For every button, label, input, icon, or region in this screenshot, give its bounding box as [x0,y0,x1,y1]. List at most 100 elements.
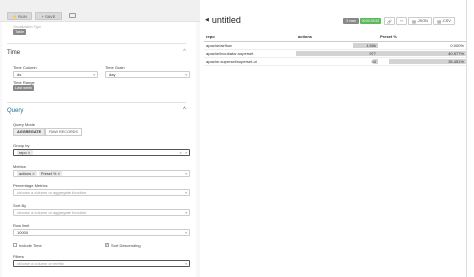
caret-down-icon: ▾ [185,151,187,155]
chevron-up-icon[interactable]: ^ [183,49,186,55]
column-header[interactable]: actions [296,33,378,42]
caret-down-icon: ▾ [93,73,95,77]
cell-value: 40.577% [448,50,464,56]
time-grain-select[interactable]: day ▾ [105,71,190,78]
group-by-label: Group by [13,143,30,148]
preset-cell: 0.000% [378,41,466,50]
column-header[interactable]: repo [204,33,296,42]
time-grain-value: day [109,72,116,77]
code-icon: ‹› [400,19,403,23]
control-panel: Visualization Type Table Time ^ Time Col… [0,22,200,277]
cell-value: 0.000% [450,42,464,48]
time-section-title[interactable]: Time [7,50,20,56]
query-time-badge: 00:00:00.53 [360,18,381,24]
pct-metrics-placeholder: choose a column or aggregate function [17,190,87,195]
pct-metrics-label: Percentage Metrics [13,183,48,188]
tab-raw-records[interactable]: RAW RECORDS [45,128,82,136]
filters-label: Filters [13,254,24,259]
query-mode-label: Query Mode [13,122,36,127]
cell-value: 977 [369,50,376,56]
remove-icon[interactable]: ✕ [28,151,31,155]
chevron-left-icon[interactable]: ◀ [205,17,209,23]
caret-down-icon: ▾ [185,211,187,215]
section-divider [7,43,186,44]
table-header-row: repo actions Preset % [204,33,466,42]
pct-metrics-select[interactable]: choose a column or aggregate function ▾ [13,189,190,196]
sort-by-label: Sort By [13,203,27,208]
viz-type-badge[interactable]: Table [13,29,27,35]
group-by-select[interactable]: repo ✕ ✕ ▾ [13,149,190,156]
results-table: repo actions Preset % apache/airflow 1.50… [204,33,466,66]
include-time-checkbox[interactable] [13,243,17,247]
bolt-icon: ⚡ [12,13,18,19]
link-button[interactable]: 🔗 [384,17,395,25]
chart-panel: ◀ untitled 3 rows 00:00:00.53 🔗 ‹› ▤ .JS… [200,0,474,277]
row-limit-select[interactable]: 10000 ▾ [13,229,190,236]
clear-icon[interactable]: ✕ [179,151,182,155]
file-icon: ▤ [437,19,441,24]
control-card: Visualization Type Table Time ^ Time Col… [2,22,196,277]
caret-down-icon: ▾ [185,172,187,176]
remove-icon[interactable]: ✕ [57,172,60,176]
tab-aggregate[interactable]: AGGREGATE [13,128,46,136]
metric-chip: actions ✕ [17,171,37,176]
save-button[interactable]: + SAVE [35,12,62,20]
sort-by-select[interactable]: choose a column or aggregate function ▾ [13,209,190,216]
metric-chip: Preset % ✕ [38,171,63,176]
table-row[interactable]: apache/incubator-superset 977 40.577% [204,49,466,58]
slice-header: ◀ untitled [205,15,241,25]
table-row[interactable]: apache/airflow 1.50k 0.000% [204,41,466,50]
sort-descending-checkbox[interactable] [105,242,109,247]
cell-value: 54 [371,58,376,64]
row-count-badge: 3 rows [343,18,359,24]
table-body: apache/airflow 1.50k 0.000% apache/incubato… [204,41,466,66]
repo-cell: apache/airflow [204,41,296,50]
metrics-label: Metrics [13,164,26,169]
share-icon[interactable] [69,13,76,18]
metrics-select[interactable]: actions ✕ Preset % ✕ ▾ [13,170,190,177]
file-icon: ▤ [412,19,416,24]
actions-cell: 1.50k [296,41,378,50]
cell-value: 35.451% [448,58,464,64]
sort-descending-label: Sort Descending [111,243,141,248]
repo-cell: apache-superset/superset-ui [204,57,296,66]
csv-label: .CSV [441,19,451,23]
caret-down-icon: ▾ [185,73,187,77]
time-column-value: ds [17,72,22,77]
json-label: .JSON [416,19,428,23]
query-section-title[interactable]: Query [7,108,23,114]
slice-title[interactable]: untitled [212,15,241,25]
remove-icon[interactable]: ✕ [32,172,35,176]
section-divider [7,102,186,103]
preset-cell: 40.577% [378,49,466,58]
time-column-label: Time Column [13,65,37,70]
save-label: SAVE [44,13,56,19]
chip-label: Preset % [40,171,57,176]
json-button[interactable]: ▤ .JSON [408,17,432,25]
caret-down-icon: ▾ [185,262,187,266]
column-header[interactable]: Preset % [378,33,466,42]
time-column-select[interactable]: ds ▾ [13,71,98,78]
cell-bar [296,50,378,56]
filters-select[interactable]: choose a column or metric ▾ [13,260,190,267]
run-button[interactable]: ⚡ RUN [7,12,32,20]
preset-cell: 35.451% [378,57,466,66]
actions-cell: 977 [296,49,378,58]
include-time-label: Include Time [19,243,42,248]
time-grain-label: Time Grain [105,65,125,70]
chip-label: actions [19,171,32,176]
embed-button[interactable]: ‹› [396,17,407,25]
sort-by-placeholder: choose a column or aggregate function [17,210,87,215]
query-mode-tabs: AGGREGATE RAW RECORDS [13,128,82,136]
table-row[interactable]: apache-superset/superset-ui 54 35.451% [204,57,466,66]
scrollbar-edge [466,0,467,277]
chevron-up-icon[interactable]: ^ [183,107,186,113]
row-limit-label: Row limit [13,223,30,228]
cell-value: 1.50k [366,42,376,48]
caret-down-icon: ▾ [185,191,187,195]
explore-toolbar: ⚡ RUN + SAVE [0,0,200,22]
csv-button[interactable]: ▤ .CSV [433,17,455,25]
time-range-badge[interactable]: Last week [13,85,35,91]
filters-placeholder: choose a column or metric [17,261,64,266]
group-by-chip: repo ✕ [17,150,33,155]
